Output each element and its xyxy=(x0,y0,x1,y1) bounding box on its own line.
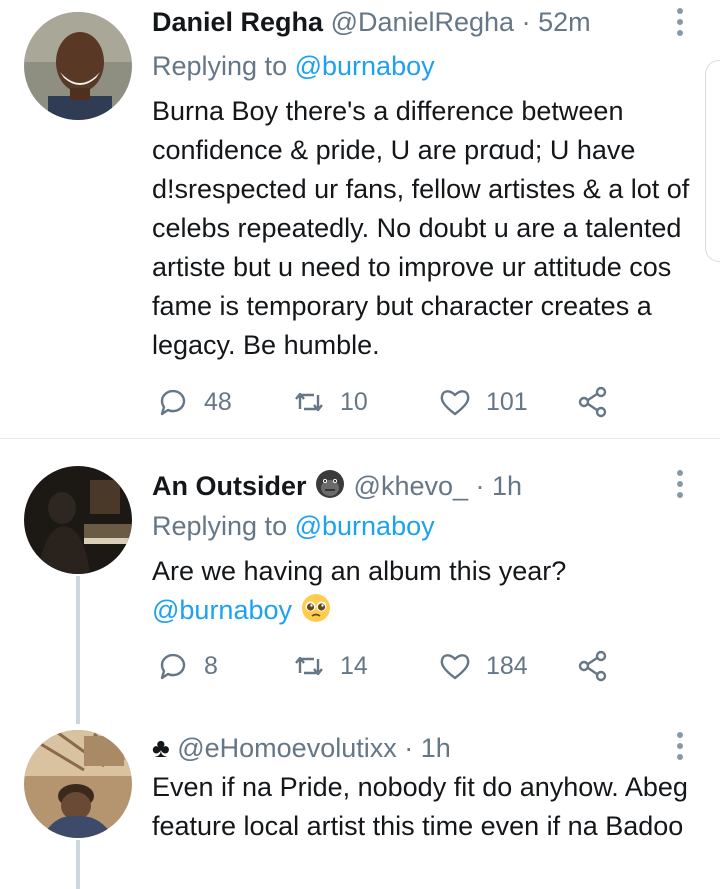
retweet-icon xyxy=(295,656,323,676)
retweet-count: 14 xyxy=(340,651,368,680)
tweet-text: Are we having an album this year? xyxy=(152,556,567,586)
tweet-2[interactable]: An Outsider @khevo_ · 1h Replying to @bu… xyxy=(0,460,720,730)
replying-to: Replying to @burnaboy xyxy=(152,47,435,85)
like-count: 184 xyxy=(486,651,528,680)
reply-mention-link[interactable]: @burnaboy xyxy=(295,511,435,541)
tweet-actions: 8 14 184 xyxy=(152,646,632,686)
reply-icon xyxy=(160,653,186,680)
display-name[interactable]: Daniel Regha xyxy=(152,7,323,37)
handle[interactable]: @DanielRegha xyxy=(331,7,515,37)
reply-button[interactable]: 48 xyxy=(156,382,232,422)
retweet-button[interactable]: 14 xyxy=(292,646,368,686)
share-icon xyxy=(578,386,607,418)
share-icon xyxy=(578,650,607,682)
avatar[interactable] xyxy=(24,466,132,574)
avatar[interactable] xyxy=(24,730,132,838)
timestamp[interactable]: · 52m xyxy=(522,7,591,37)
thread-line xyxy=(76,840,80,889)
avatar-photo xyxy=(24,730,132,838)
timestamp[interactable]: · 1h xyxy=(404,733,451,763)
tweet-divider xyxy=(0,438,720,439)
pleading-face-emoji-icon xyxy=(301,594,330,622)
tweet-text: Burna Boy there's a difference between c… xyxy=(152,96,690,360)
thread-line xyxy=(76,576,80,724)
retweet-icon xyxy=(295,392,323,412)
like-button[interactable]: 184 xyxy=(438,646,528,686)
more-options-icon[interactable] xyxy=(670,468,690,500)
more-options-icon[interactable] xyxy=(670,730,690,762)
reply-count: 8 xyxy=(204,651,218,680)
tweet-1[interactable]: Daniel Regha @DanielRegha · 52m Replying… xyxy=(0,0,720,438)
avatar-photo xyxy=(24,466,132,574)
more-options-icon[interactable] xyxy=(670,6,690,38)
tweet-actions: 48 10 101 xyxy=(152,382,632,422)
heart-icon xyxy=(440,654,470,680)
reply-icon xyxy=(160,389,186,416)
replying-to: Replying to @burnaboy xyxy=(152,507,435,545)
handle[interactable]: @eHomoevolutixx xyxy=(177,733,397,763)
share-button[interactable] xyxy=(576,382,624,422)
scroll-panel-edge xyxy=(705,60,720,262)
reply-mention-link[interactable]: @burnaboy xyxy=(295,51,435,81)
like-button[interactable]: 101 xyxy=(438,382,528,422)
reply-count: 48 xyxy=(204,387,232,416)
display-name-symbol[interactable]: ♣ xyxy=(152,733,170,763)
reply-button[interactable]: 8 xyxy=(156,646,218,686)
timestamp[interactable]: · 1h xyxy=(476,471,523,501)
mention-link[interactable]: @burnaboy xyxy=(152,595,292,625)
avatar-photo xyxy=(24,12,132,120)
avatar[interactable] xyxy=(24,12,132,120)
retweet-count: 10 xyxy=(340,387,368,416)
handle[interactable]: @khevo_ xyxy=(354,471,468,501)
heart-icon xyxy=(440,390,470,416)
retweet-button[interactable]: 10 xyxy=(292,382,368,422)
tweet-text-block: Are we having an album this year? @burna… xyxy=(152,552,700,630)
tweet-3[interactable]: ♣ @eHomoevolutixx · 1h Even if na Pride,… xyxy=(0,724,720,889)
display-name[interactable]: An Outsider xyxy=(152,471,307,501)
replying-to-label: Replying to xyxy=(152,51,288,81)
like-count: 101 xyxy=(486,387,528,416)
gorilla-emoji-icon xyxy=(316,470,345,498)
tweet-text: Even if na Pride, nobody fit do anyhow. … xyxy=(152,772,688,841)
share-button[interactable] xyxy=(576,646,624,686)
replying-to-label: Replying to xyxy=(152,511,288,541)
